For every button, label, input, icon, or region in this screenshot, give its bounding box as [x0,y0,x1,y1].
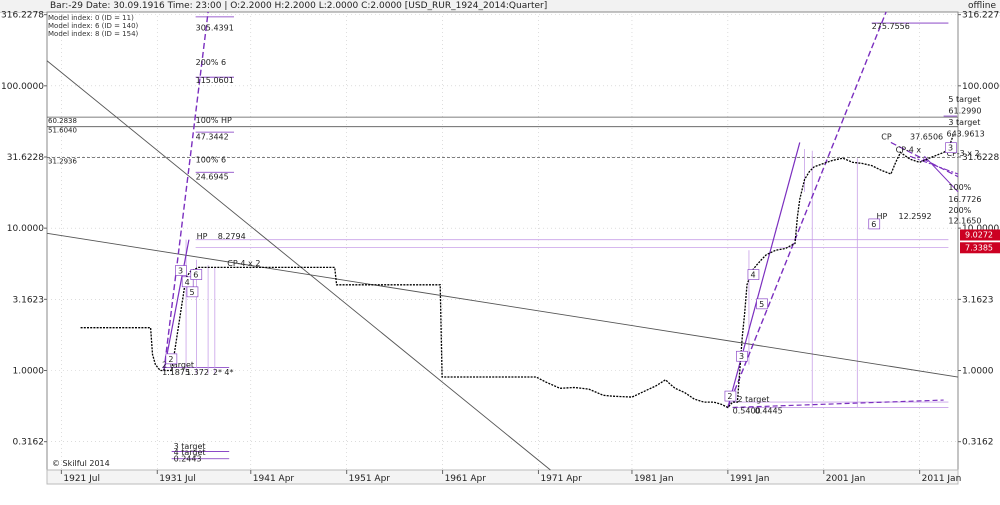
annotation-label: 5 target [948,95,980,104]
annotation-label: 12.2592 [899,212,932,221]
y-axis-right: 316.2278100.000031.622810.00003.16231.00… [958,11,1000,448]
y-tick-label-right: 100.0000 [962,82,1000,92]
wave-label: 6 [190,269,203,280]
x-tick-label: 1991 Jan [730,474,770,484]
annotation-label: 100% HP [196,116,232,125]
annotation-label: 100% 6 [196,155,227,164]
y-tick-label-right: 316.2278 [962,11,1000,21]
wave-label-text: 4 [750,271,755,280]
x-tick-label: 1981 Jan [634,474,674,484]
y-tick-label-left: 0.3162 [13,438,45,448]
x-tick-label: 1961 Apr [445,474,487,484]
left-level-value: 31.2936 [48,158,77,166]
y-tick-label-right: 31.6228 [962,153,999,163]
annotation-label: 0.2443 [174,454,202,463]
price-tag-text: 7.3385 [965,243,993,252]
wave-label-text: 3 [178,267,183,276]
copyright-text: © Skilful 2014 [52,459,110,468]
wave-label: 6 [868,218,881,230]
price-tag-layer: 9.0272 7.3385 [960,229,1000,254]
wave-label-text: 6 [193,271,198,280]
model-index-0: Model index: 0 (ID = 11) [48,14,134,22]
annotation-label: CP-4 x 2 [227,259,260,268]
wave-label: 5 [186,286,199,298]
wave-label-text: 6 [871,220,876,229]
annotation-label: 0.4445 [755,406,783,415]
annotation-label: CP [881,132,892,141]
annotation-label: HP [197,232,208,241]
left-level-value: 51.6040 [48,127,77,135]
wave-label-text: 5 [759,300,764,309]
wave-label: 3 [175,265,187,276]
y-tick-label-left: 1.0000 [13,367,45,377]
annotation-label: 2 target [737,395,769,404]
y-tick-label-right: 3.1623 [962,295,994,305]
y-tick-label-left: 316.2278 [1,11,44,21]
wave-label: 2 [165,353,178,365]
wave-label: 4 [747,269,760,280]
y-tick-label-left: 10.0000 [7,224,44,234]
annotation-label: 115.0601 [196,76,234,85]
x-tick-label: 1921 Jul [63,474,100,484]
wave-label-text: 3 [739,352,744,361]
x-tick-label: 1971 Apr [540,474,582,484]
x-tick-label: 2001 Jan [826,474,866,484]
annotation-label: 61.2990 [948,106,981,115]
x-tick-label: 1941 Apr [253,474,295,484]
y-tick-label-left: 100.0000 [1,82,44,92]
annotation-label: 275.7556 [872,22,910,31]
annotation-label: 47.3442 [196,132,229,141]
left-level-value: 60.2838 [48,117,77,125]
wave-label-text: 2 [727,392,732,401]
x-tick-label: 2011 Jan [922,474,962,484]
annotation-label: 24.6945 [196,172,229,181]
wave-label-text: 4 [185,278,190,287]
annotation-label: 305.4391 [196,23,234,32]
y-tick-label-left: 31.6228 [7,153,44,163]
annotation-label: 4* [224,368,233,377]
chart-window: Bar:-29 Date: 30.09.1916 Time: 23:00 | O… [0,0,1000,505]
x-tick-label: 1951 Apr [349,474,391,484]
annotation-label: 16.7726 [948,195,981,204]
annotation-label: 8.2794 [218,232,246,241]
y-tick-label-right: 0.3162 [962,438,994,448]
annotation-label: 200% 6 [196,58,227,67]
annotation-label: 1.372 [186,368,209,377]
wave-label-text: 5 [189,288,194,297]
annotation-label: CP-4 x [896,146,922,155]
annotation-label: 3 target [948,118,980,127]
wave-label: 2 [724,390,737,402]
wave-label-text: 3 [948,144,953,153]
annotation-label: 100% [948,183,971,192]
model-index-6: Model index: 6 (ID = 140) [48,22,139,30]
price-chart[interactable]: 305.4391 200% 6 115.0601 100% HP 47.3442 100%… [0,0,1000,505]
model-index-8: Model index: 8 (ID = 154) [48,30,139,38]
y-tick-label-right: 1.0000 [962,367,994,377]
plot-area[interactable] [46,11,959,471]
annotation-label: 643.9613 [946,130,984,139]
annotation-label: 2* [213,368,222,377]
wave-label: 3 [736,350,748,362]
annotation-label: 200% [948,206,971,215]
wave-label-text: 2 [168,355,173,364]
annotation-label: 37.6506 [910,132,943,141]
wave-label: 3 [945,142,957,154]
price-tag-text: 9.0272 [965,230,993,239]
x-tick-label: 1931 Jul [159,474,196,484]
y-tick-label-left: 3.1623 [13,295,45,305]
wave-label: 5 [756,298,768,310]
